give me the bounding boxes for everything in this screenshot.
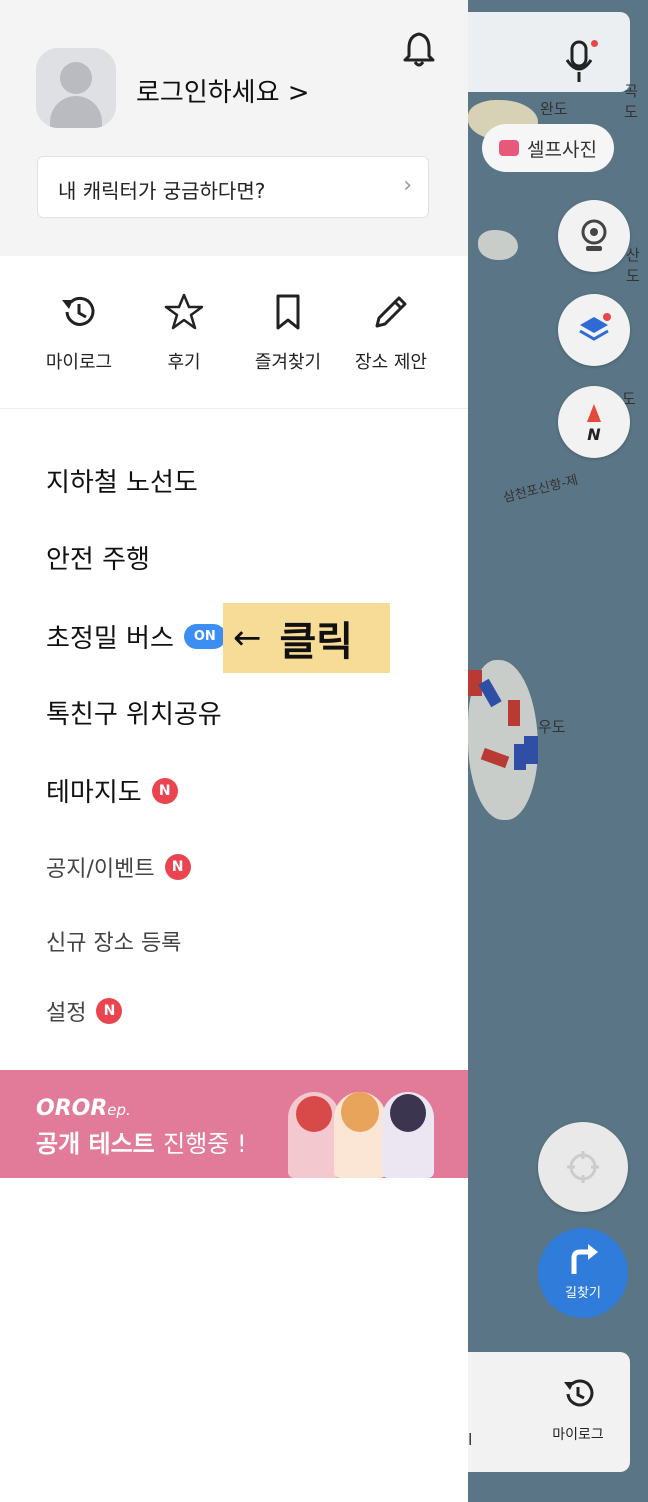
bookmark-icon	[276, 294, 300, 330]
menu-new-place[interactable]: 신규 장소 등록	[46, 925, 181, 957]
character-prompt-label: 내 캐릭터가 궁금하다면?	[58, 179, 266, 203]
map-label: 곡도	[624, 82, 638, 121]
quick-favorites-label: 즐겨찾기	[254, 352, 322, 373]
bottom-shortcut-bar: l 마이로그	[468, 1352, 630, 1472]
bus-marker[interactable]	[514, 744, 526, 770]
banner-brand-suffix: ep.	[107, 1101, 131, 1119]
map-island	[478, 230, 518, 260]
menu-settings-label: 설정	[46, 1001, 87, 1026]
menu-subway[interactable]: 지하철 노선도	[46, 462, 198, 499]
menu-notice-label: 공지/이벤트	[46, 857, 155, 882]
mylog-label: 마이로그	[552, 1427, 604, 1443]
promo-banner[interactable]: ORORep. 공개 테스트 진행중 !	[0, 1070, 468, 1178]
selfie-label: 셀프사진	[527, 138, 597, 161]
map-label: 산도	[626, 246, 640, 285]
menu-friend-location-label: 톡친구 위치공유	[46, 700, 222, 730]
webcam-icon	[581, 219, 607, 251]
mylog-shortcut[interactable]: 마이로그	[538, 1376, 618, 1444]
quick-mylog-label: 마이로그	[45, 352, 113, 373]
menu-friend-location[interactable]: 톡친구 위치공유	[46, 694, 222, 731]
character-figure	[334, 1092, 386, 1178]
menu-notice[interactable]: 공지/이벤트 N	[46, 851, 191, 883]
quick-favorites[interactable]: 즐겨찾기	[233, 292, 343, 374]
menu-theme-map[interactable]: 테마지도 N	[46, 772, 178, 809]
menu-subway-label: 지하철 노선도	[46, 468, 198, 498]
map-label: 완도	[540, 100, 568, 118]
svg-text:N: N	[587, 425, 601, 442]
crosshair-icon	[567, 1151, 599, 1183]
banner-caption: 공개 테스트 진행중 !	[36, 1124, 247, 1159]
menu-precise-bus-label: 초정밀 버스	[46, 624, 174, 654]
quick-suggest-place-label: 장소 제안	[355, 352, 427, 373]
notification-dot	[591, 40, 598, 47]
star-icon	[164, 293, 204, 330]
menu-safe-drive-label: 안전 주행	[46, 545, 150, 575]
bus-marker[interactable]	[524, 736, 538, 764]
quick-actions: 마이로그 후기 즐겨찾기 장소 제안	[0, 256, 468, 409]
chevron-right-icon: ›	[403, 173, 412, 198]
avatar[interactable]	[36, 48, 116, 128]
map-label: 우도	[538, 718, 566, 736]
menu-settings[interactable]: 설정 N	[46, 995, 123, 1027]
turn-arrow-icon	[571, 1244, 598, 1274]
pencil-icon	[375, 296, 407, 328]
new-badge: N	[151, 777, 178, 804]
login-link[interactable]: 로그인하세요 >	[136, 72, 310, 109]
character-figure	[382, 1092, 434, 1178]
banner-logo: ORORep.	[36, 1096, 131, 1121]
route-button[interactable]: 길찾기	[538, 1228, 628, 1318]
profile-section: 로그인하세요 > 내 캐릭터가 궁금하다면? ›	[0, 0, 468, 256]
map-view[interactable]: 완도 곡도 산도 도 삼천포신항-제 우도 셀프사진 N 길찾기 l 마이로그	[468, 0, 648, 1502]
side-drawer: 로그인하세요 > 내 캐릭터가 궁금하다면? › 마이로그 후기 즐겨찾기 장소…	[0, 0, 468, 1502]
partial-label: l	[468, 1430, 473, 1449]
avatar-head	[60, 62, 92, 94]
microphone-icon[interactable]	[565, 40, 598, 86]
avatar-body	[50, 96, 102, 128]
quick-mylog[interactable]: 마이로그	[24, 292, 134, 374]
selfie-chip[interactable]: 셀프사진	[482, 124, 614, 172]
banner-brand: OROR	[36, 1096, 108, 1121]
compass-icon: N	[587, 404, 601, 442]
menu-theme-map-label: 테마지도	[46, 778, 142, 808]
click-annotation: ← 클릭	[223, 603, 390, 673]
route-label: 길찾기	[565, 1286, 601, 1301]
compass-button[interactable]: N	[558, 386, 630, 458]
character-figure	[288, 1092, 340, 1178]
current-location-button[interactable]	[538, 1122, 628, 1212]
bus-marker[interactable]	[508, 700, 520, 726]
camera-icon	[499, 140, 520, 156]
new-badge: N	[164, 854, 191, 880]
banner-caption-bold: 공개 테스트	[36, 1130, 155, 1158]
menu-safe-drive[interactable]: 안전 주행	[46, 539, 150, 576]
banner-caption-rest: 진행중 !	[163, 1130, 247, 1158]
quick-review[interactable]: 후기	[129, 292, 239, 374]
menu-new-place-label: 신규 장소 등록	[46, 931, 182, 956]
bell-icon[interactable]	[401, 30, 437, 68]
layers-icon	[579, 313, 611, 341]
layers-button[interactable]	[558, 294, 630, 366]
menu-precise-bus[interactable]: 초정밀 버스 ON	[46, 618, 226, 655]
banner-illustration	[288, 1082, 438, 1178]
quick-suggest-place[interactable]: 장소 제안	[336, 292, 446, 374]
camera-view-button[interactable]	[558, 200, 630, 272]
status-badge-on: ON	[183, 624, 226, 649]
history-icon	[564, 1379, 594, 1407]
map-search-bar[interactable]	[468, 12, 630, 92]
left-arrow-icon: ←	[233, 618, 262, 658]
click-annotation-text: 클릭	[279, 619, 354, 665]
history-icon	[62, 296, 95, 326]
character-prompt-button[interactable]: 내 캐릭터가 궁금하다면? ›	[37, 156, 429, 218]
new-badge: N	[96, 998, 123, 1024]
quick-review-label: 후기	[167, 352, 201, 373]
map-route-label: 삼천포신항-제	[501, 472, 580, 506]
